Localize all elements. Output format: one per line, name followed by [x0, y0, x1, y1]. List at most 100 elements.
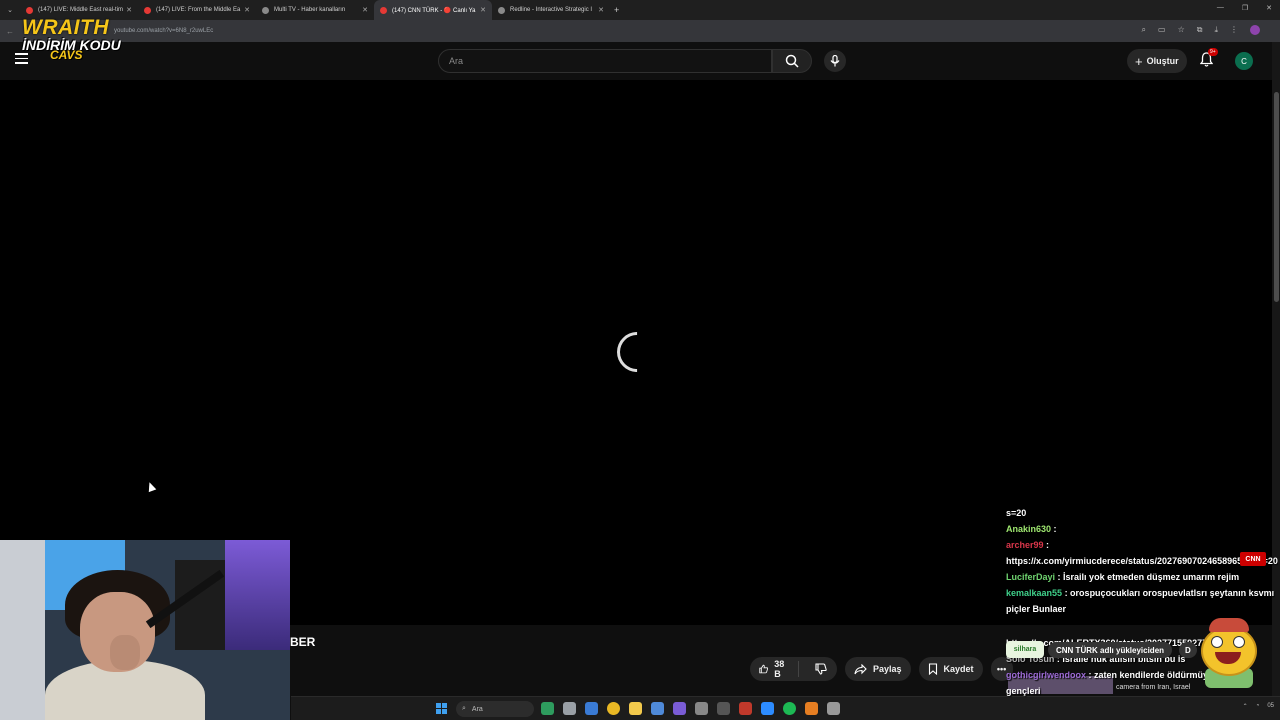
close-tab-icon[interactable]: ✕ — [362, 6, 368, 14]
account-avatar[interactable]: C — [1235, 52, 1253, 70]
windows-start-icon[interactable] — [436, 703, 447, 714]
search-input[interactable] — [439, 50, 739, 72]
loading-spinner-icon — [608, 323, 666, 381]
voice-search-button[interactable] — [824, 50, 846, 72]
steam-app-icon[interactable] — [695, 702, 708, 715]
thumbs-down-icon — [815, 663, 827, 675]
taskbar-search-label: Ara — [471, 705, 483, 713]
plus-icon: + — [1135, 53, 1143, 69]
chat-message: LuciferDayi : İsrailı yok etmeden düşmez… — [1006, 569, 1278, 585]
chat-username: archer99 — [1006, 540, 1044, 550]
close-tab-icon[interactable]: ✕ — [126, 6, 132, 14]
chat-text: : — [1046, 540, 1050, 550]
back-icon[interactable]: ← — [6, 27, 14, 36]
chrome-app-icon[interactable] — [607, 702, 620, 715]
restore-icon[interactable]: ❐ — [1242, 4, 1248, 12]
app-icon[interactable] — [717, 702, 730, 715]
create-button[interactable]: + Oluştur — [1127, 49, 1187, 73]
chat-message: archer99 : — [1006, 537, 1278, 553]
chat-text: : İsrailı yok etmeden düşmez umarım reji… — [1057, 572, 1240, 582]
chat-message: kemalkaan55 : orospuçocukları orospuevla… — [1006, 585, 1278, 617]
chat-username: LuciferDayi — [1006, 572, 1056, 582]
youtube-favicon-icon — [26, 6, 33, 14]
menu-icon[interactable]: ⋮ — [1230, 25, 1238, 35]
bookmark-icon — [928, 663, 937, 675]
search-box — [438, 49, 772, 73]
webcam-person-hand — [110, 635, 140, 670]
chat-username: kemalkaan55 — [1006, 588, 1063, 598]
search-button[interactable] — [772, 49, 812, 73]
zoom-icon[interactable]: ⌕ — [1142, 25, 1146, 35]
new-tab-icon[interactable]: + — [614, 5, 619, 15]
save-label: Kaydet — [943, 664, 974, 674]
laughing-emote-icon — [1195, 618, 1263, 688]
mouse-cursor-icon — [145, 480, 157, 493]
taskbar-apps — [541, 702, 840, 715]
address-bar: ← youtube.com/watch?v=6N8_r2uwLEc ⌕ ▭ ☆ … — [0, 20, 1280, 42]
system-tray: ⌃ ◔ 05 — [1243, 703, 1274, 710]
more-dots-icon: ••• — [996, 664, 1007, 674]
chat-message: https://x.com/yirmiucderece/status/20276… — [1006, 553, 1278, 569]
chat-username: Anakin630 — [1006, 524, 1052, 534]
notification-count-badge: 9+ — [1208, 48, 1218, 56]
like-button[interactable]: 38 B — [759, 659, 799, 679]
app-icon[interactable] — [761, 702, 774, 715]
like-dislike-group: 38 B — [750, 657, 837, 681]
tab-label: Multi TV - Haber kanalların — [274, 7, 346, 13]
chat-username: gothicgirlwendoox — [1006, 670, 1086, 680]
close-tab-icon[interactable]: ✕ — [480, 6, 486, 14]
discord-app-icon[interactable] — [673, 702, 686, 715]
scrollbar-thumb[interactable] — [1274, 92, 1279, 302]
youtube-favicon-icon — [380, 6, 387, 14]
tab-4-active[interactable]: (147) CNN TÜRK - 🔴 Canlı Ya ✕ — [374, 0, 492, 20]
sponsor-overlay: WRAITH İNDİRİM KODU CAVS — [22, 16, 121, 62]
app-icon[interactable] — [739, 702, 752, 715]
save-button[interactable]: Kaydet — [918, 657, 983, 681]
task-view-icon[interactable] — [563, 702, 576, 715]
url-field[interactable]: youtube.com/watch?v=6N8_r2uwLEc — [114, 28, 213, 34]
tab-search-icon[interactable]: ⌄ — [0, 0, 20, 20]
browser-tab-strip: ⌄ (147) LIVE: Middle East real-tim ✕ (14… — [0, 0, 1280, 20]
webcam-purple-light — [225, 540, 290, 650]
close-tab-icon[interactable]: ✕ — [598, 6, 604, 14]
webcam-wall — [0, 540, 45, 720]
ccleaner-app-icon[interactable] — [651, 702, 664, 715]
tab-3[interactable]: Multi TV - Haber kanalların ✕ — [256, 0, 374, 20]
tab-2[interactable]: (147) LIVE: From the Middle Ea ✕ — [138, 0, 256, 20]
cast-icon[interactable]: ▭ — [1158, 25, 1166, 35]
minimize-icon[interactable]: — — [1217, 4, 1224, 12]
bookmark-star-icon[interactable]: ☆ — [1178, 25, 1185, 35]
share-button[interactable]: Paylaş — [845, 657, 911, 681]
streamer-webcam — [0, 540, 290, 720]
widgets-app-icon[interactable] — [541, 702, 554, 715]
dislike-button[interactable] — [805, 663, 837, 675]
clock-text[interactable]: 05 — [1267, 703, 1274, 710]
app-icon[interactable] — [827, 702, 840, 715]
windows-taskbar: ⌕ Ara ⌃ ◔ 05 — [291, 696, 1280, 720]
taskbar-search[interactable]: ⌕ Ara — [456, 701, 534, 717]
chat-link[interactable]: https://x.com/yirmiucderece/status/20276… — [1006, 556, 1278, 566]
extensions-icon[interactable]: ⧉ — [1197, 25, 1203, 35]
wifi-icon[interactable]: ◔ — [1256, 703, 1260, 710]
chat-message: s=20 — [1006, 505, 1278, 521]
chat-text: : — [1053, 524, 1057, 534]
youtube-favicon-icon — [144, 6, 151, 14]
file-explorer-icon[interactable] — [629, 702, 642, 715]
site-favicon-icon — [262, 6, 269, 14]
close-tab-icon[interactable]: ✕ — [244, 6, 250, 14]
site-favicon-icon — [498, 6, 505, 14]
download-icon[interactable]: ⤓ — [1214, 25, 1218, 35]
spotify-app-icon[interactable] — [783, 702, 796, 715]
tray-chevron-icon[interactable]: ⌃ — [1243, 703, 1248, 710]
tab-label: (147) LIVE: Middle East real-tim — [38, 7, 124, 13]
close-window-icon[interactable]: ✕ — [1266, 4, 1272, 12]
video-title: BER — [290, 635, 316, 649]
youtube-header: + Oluştur 9+ C — [0, 42, 1280, 80]
uploader-chip[interactable]: CNN TÜRK adlı yükleyiciden — [1048, 642, 1173, 658]
tab-5[interactable]: Redline - Interactive Strategic I ✕ — [492, 0, 610, 20]
thumbs-up-icon — [759, 664, 769, 674]
copilot-app-icon[interactable] — [585, 702, 598, 715]
app-icon[interactable] — [805, 702, 818, 715]
browser-profile-icon[interactable] — [1250, 25, 1260, 35]
chat-sticker: silhara — [1006, 641, 1044, 658]
